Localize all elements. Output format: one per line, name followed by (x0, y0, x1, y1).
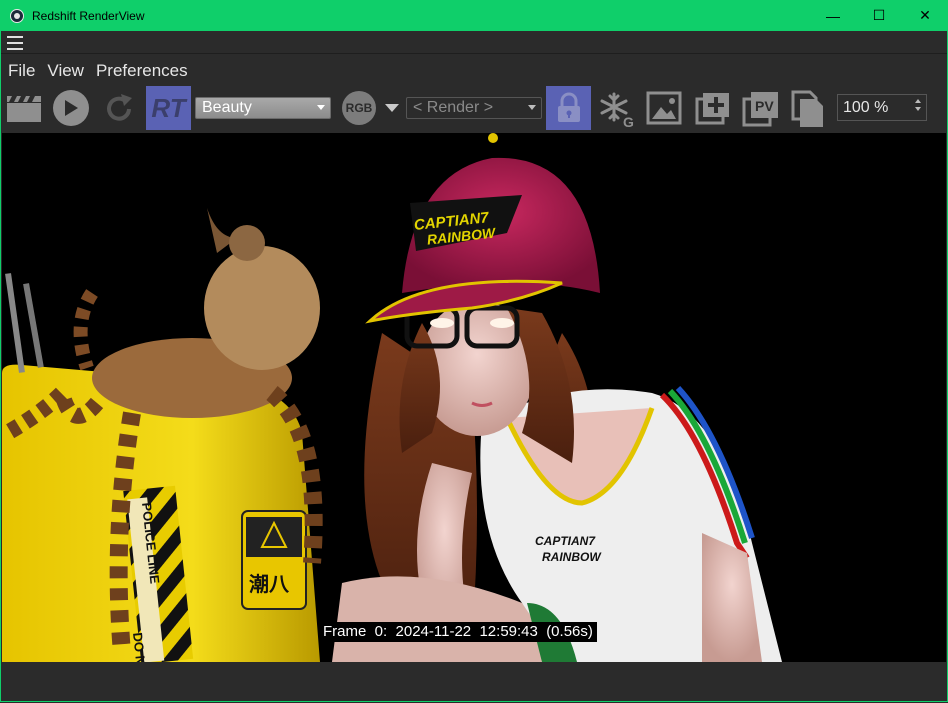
rgb-label: RGB (345, 101, 373, 115)
maximize-button[interactable]: ☐ (856, 0, 902, 31)
lock-button[interactable] (546, 86, 591, 130)
pv-icon[interactable]: PV (742, 89, 780, 127)
image-icon[interactable] (646, 91, 682, 125)
minimize-button[interactable]: — (810, 0, 856, 31)
freeze-icon[interactable]: G (598, 91, 636, 129)
render-image: POLICE LINE DO N 潮八 CAPTIAN7 RAINBOW CAP… (2, 133, 782, 662)
status-bar (1, 662, 947, 700)
spin-down-icon[interactable] (915, 107, 921, 111)
menu-file[interactable]: File (1, 61, 40, 81)
menu-bar: File View Preferences (1, 57, 193, 85)
render-viewport[interactable]: POLICE LINE DO N 潮八 CAPTIAN7 RAINBOW CAP… (2, 133, 946, 662)
title-bar: Redshift RenderView — ☐ ✕ (0, 0, 948, 31)
rt-toggle-button[interactable]: RT (146, 86, 191, 130)
snapshot-select-value: < Render > (413, 99, 494, 116)
spin-up-icon[interactable] (915, 99, 921, 103)
chevron-down-icon (317, 105, 325, 110)
chevron-down-icon (528, 105, 536, 110)
rt-icon: RT (151, 92, 186, 123)
police-tape-text-2: DO N (130, 632, 148, 662)
rgb-channel-button[interactable]: RGB (342, 91, 376, 125)
redshift-app-icon (10, 8, 24, 23)
play-render-button[interactable] (53, 90, 89, 126)
freeze-badge: G (623, 114, 634, 129)
pv-label: PV (755, 98, 774, 114)
frame-info-label: Frame 0: 2024-11-22 12:59:43 (0.56s) (319, 622, 597, 642)
shirt-text-1: CAPTIAN7 (535, 534, 596, 548)
copy-icon[interactable] (790, 89, 826, 129)
play-icon (65, 100, 78, 116)
divider (1, 53, 947, 54)
window-title: Redshift RenderView (32, 8, 145, 23)
minimize-icon: — (826, 7, 840, 24)
zoom-value: 100 % (843, 98, 889, 116)
maximize-icon: ☐ (872, 7, 886, 23)
hamburger-menu-icon[interactable] (7, 36, 23, 50)
add-image-icon[interactable] (695, 91, 731, 125)
close-button[interactable]: ✕ (902, 0, 948, 31)
zoom-spinbox[interactable]: 100 % (837, 94, 927, 121)
close-icon: ✕ (919, 7, 931, 23)
menu-preferences[interactable]: Preferences (89, 61, 193, 81)
renderview-window: File View Preferences RT Beauty RGB < Re… (0, 31, 948, 702)
rgb-dropdown-arrow-icon[interactable] (385, 104, 399, 112)
menu-view[interactable]: View (40, 61, 89, 81)
toolbar: RT Beauty RGB < Render > G PV 100 % (1, 85, 947, 131)
aov-select[interactable]: Beauty (195, 97, 331, 119)
snapshot-select[interactable]: < Render > (406, 97, 542, 119)
sign-text: 潮八 (249, 572, 290, 596)
aov-select-value: Beauty (202, 99, 252, 116)
clapperboard-icon[interactable] (6, 93, 42, 123)
refresh-icon[interactable] (102, 92, 136, 126)
lock-icon (557, 92, 580, 122)
shirt-text-2: RAINBOW (542, 550, 602, 564)
